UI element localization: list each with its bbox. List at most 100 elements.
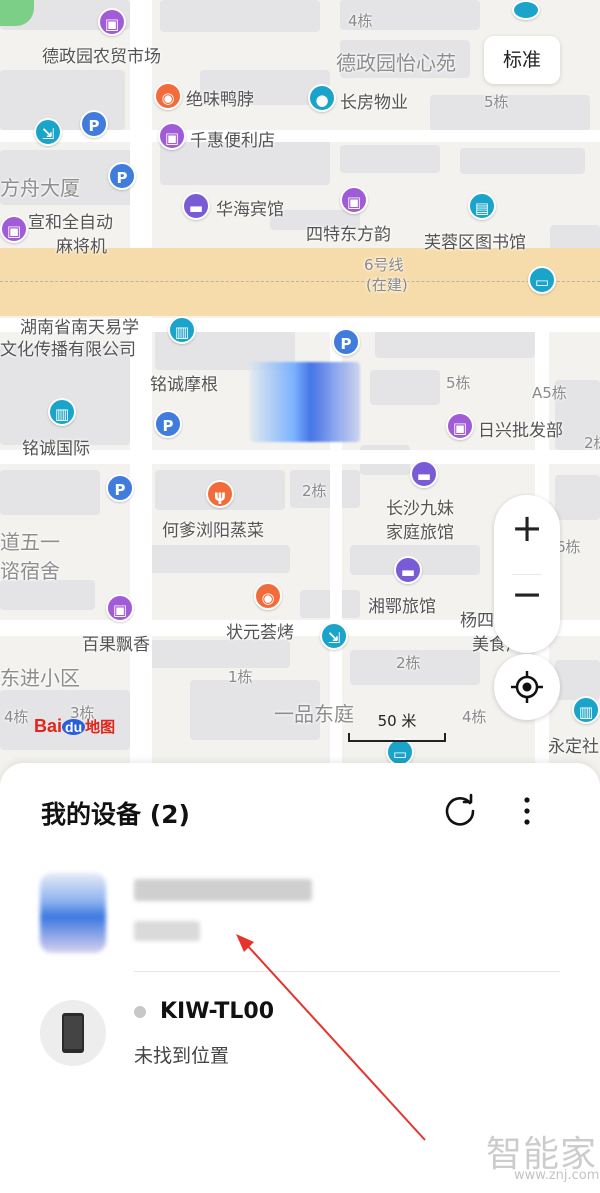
offline-status-dot (134, 1006, 146, 1018)
restaurant-pin-icon[interactable]: ◉ (154, 82, 182, 110)
entrance-pin-icon[interactable]: ⇲ (34, 118, 62, 146)
shop-pin-icon[interactable]: ▣ (446, 412, 474, 440)
building-pin-icon[interactable]: ▥ (572, 696, 600, 724)
map-label: 德政园怡心苑 (336, 51, 456, 75)
refresh-button[interactable] (440, 791, 480, 831)
map-block (555, 475, 600, 520)
map-label: 1栋 (228, 668, 253, 686)
map-label: 永定社 (548, 737, 599, 757)
map-label: 方舟大厦 (0, 176, 80, 200)
logo-text-map: 地图 (85, 719, 116, 736)
logo-text-bai: Bai (34, 716, 63, 736)
map-label: 何爹浏阳蒸菜 (162, 521, 264, 541)
map-label: 百果飘香 (82, 635, 150, 655)
map-label: 华海宾馆 (216, 200, 284, 220)
hotel-pin-icon[interactable]: ▬ (394, 556, 422, 584)
baidu-map-logo: Bai du 地图 (34, 716, 115, 737)
map-label: 2栋 (584, 434, 600, 452)
entrance-pin-icon[interactable]: ⇲ (320, 622, 348, 650)
map-block (160, 0, 320, 32)
map-block (340, 145, 440, 173)
library-pin-icon[interactable]: ▤ (468, 192, 496, 220)
map-label: 2栋 (396, 654, 421, 672)
location-pin-icon[interactable] (512, 0, 540, 20)
map-label: 4栋 (348, 12, 373, 30)
map-road (130, 0, 152, 790)
map-label: A5栋 (532, 384, 567, 402)
map-label: 日兴批发部 (478, 421, 563, 441)
bus-stop-icon[interactable]: ▭ (528, 266, 556, 294)
more-vertical-icon (524, 797, 530, 825)
hotel-pin-icon[interactable]: ▬ (182, 192, 210, 220)
zoom-in-button[interactable]: + (494, 495, 560, 561)
map-label: 状元荟烤 (226, 623, 294, 643)
map-label: 宣和全自动 (28, 213, 113, 233)
map-style-standard-button[interactable]: 标准 (484, 36, 560, 84)
map-block (0, 470, 100, 515)
device-status-blurred (134, 921, 200, 941)
metro-line-dash (0, 281, 600, 282)
crosshair-icon (511, 671, 543, 703)
restaurant-pin-icon[interactable]: ◉ (254, 582, 282, 610)
map-label: 长房物业 (340, 93, 408, 113)
map-block (430, 95, 590, 131)
map-block (375, 330, 535, 358)
building-pin-icon[interactable]: ▥ (168, 316, 196, 344)
map-label: 家庭旅馆 (386, 523, 454, 543)
locate-me-button[interactable] (494, 654, 560, 720)
device-name-blurred (134, 879, 312, 901)
zoom-out-button[interactable]: − (494, 561, 560, 627)
restaurant-pin-icon[interactable]: ψ (206, 480, 234, 508)
device-avatar-blurred (40, 873, 106, 953)
map-label: 5栋 (484, 93, 509, 111)
device-list-divider (134, 971, 560, 972)
hotel-pin-icon[interactable]: ▬ (410, 460, 438, 488)
shop-pin-icon[interactable]: ▣ (340, 186, 368, 214)
shop-pin-icon[interactable]: ▣ (158, 122, 186, 150)
map-view[interactable]: ▣ ◉ ● ⇲ P ▣ P ▣ ▤ ▬ ▣ ▭ ▥ P ▥ P ▣ ▬ P ψ … (0, 0, 600, 790)
map-label: 麻将机 (56, 237, 107, 257)
parking-pin-icon[interactable]: P (106, 474, 134, 502)
map-block (150, 640, 290, 668)
parking-pin-icon[interactable]: P (332, 328, 360, 356)
device-status: 未找到位置 (134, 1045, 230, 1067)
devices-bottom-sheet: 我的设备 (2) KIW-TL00 未找到位置 智能家 www.znj.com (0, 763, 600, 1193)
map-label: 湘鄂旅馆 (368, 597, 436, 617)
map-label: 铭诚摩根 (150, 375, 218, 395)
scale-label: 50 米 (377, 712, 417, 730)
shop-pin-icon[interactable]: ▣ (106, 594, 134, 622)
building-pin-icon[interactable]: ▥ (48, 398, 76, 426)
map-label: 6号线 (364, 256, 404, 274)
map-label: 长沙九妹 (386, 499, 454, 519)
map-label: 千惠便利店 (190, 131, 275, 151)
refresh-icon (445, 793, 475, 826)
map-label: 谘宿舍 (0, 559, 60, 583)
device-location-marker[interactable] (250, 362, 360, 442)
map-label: 芙蓉区图书馆 (424, 233, 526, 253)
logo-text-du: du (62, 719, 86, 735)
map-label: (在建) (366, 276, 408, 294)
parking-pin-icon[interactable]: P (80, 110, 108, 138)
parking-pin-icon[interactable]: P (154, 410, 182, 438)
map-scale-bar: 50 米 (348, 710, 446, 742)
shop-pin-icon[interactable]: ▣ (0, 215, 28, 243)
metro-line-6 (0, 248, 600, 316)
bus-stop-icon[interactable]: ▭ (386, 738, 414, 766)
watermark-url: www.znj.com (514, 1168, 600, 1183)
shop-pin-icon[interactable]: ▣ (98, 8, 126, 36)
parking-pin-icon[interactable]: P (108, 162, 136, 190)
map-label: 铭诚国际 (22, 439, 90, 459)
map-label: 东进小区 (0, 666, 80, 690)
location-pin-icon[interactable]: ● (308, 84, 336, 112)
map-block (150, 545, 290, 573)
map-label: 德政园农贸市场 (42, 47, 161, 67)
zoom-control: + − (494, 495, 560, 653)
map-label: 2栋 (302, 482, 327, 500)
device-name: KIW-TL00 (160, 999, 275, 1024)
map-block (370, 370, 440, 405)
more-options-button[interactable] (512, 791, 542, 831)
map-label: 4栋 (462, 708, 487, 726)
map-label: 杨四 (460, 611, 494, 631)
scale-bar-line (348, 733, 446, 742)
map-label: 道五一 (0, 530, 60, 554)
